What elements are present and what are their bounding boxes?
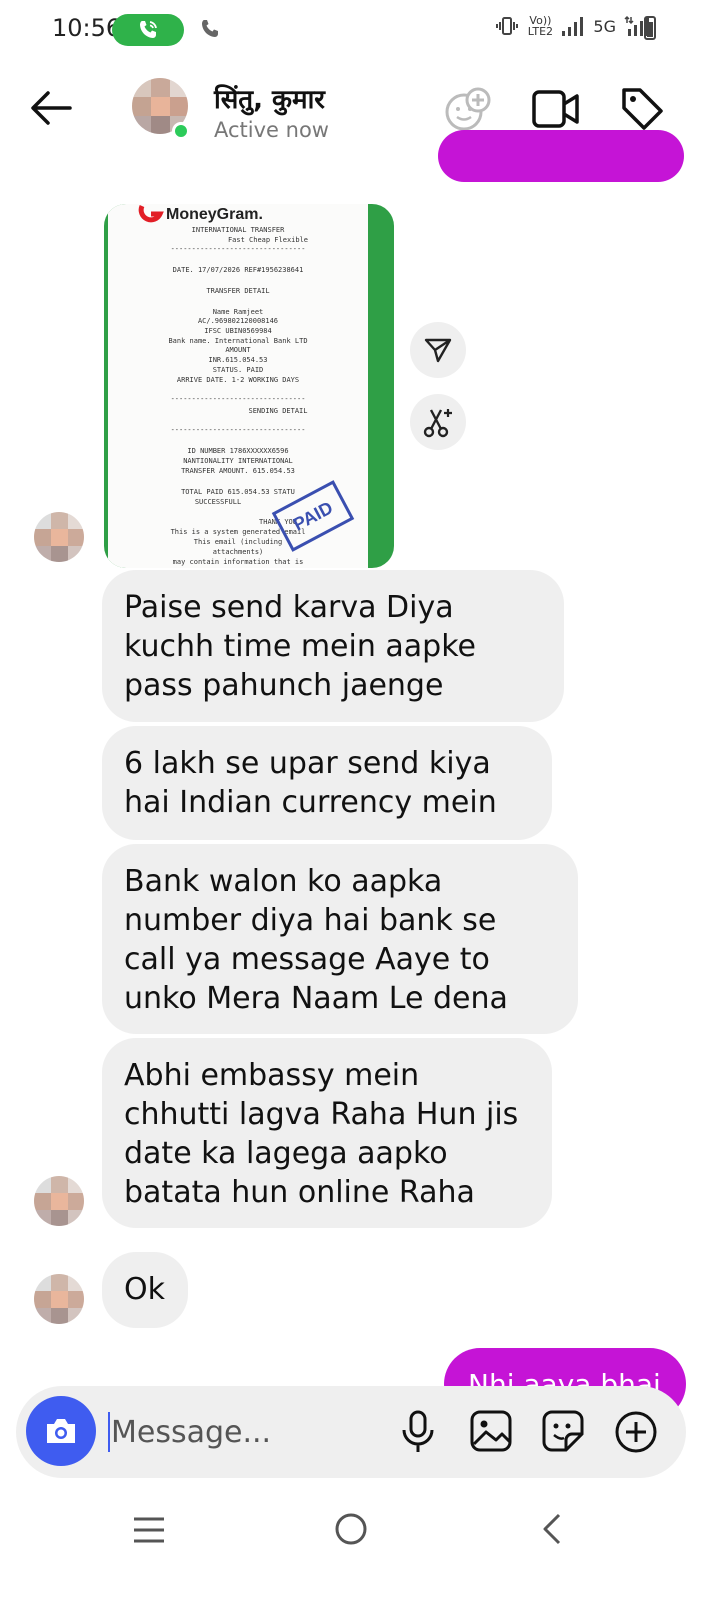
sender-avatar[interactable]: [34, 512, 84, 562]
receipt-line: Name Ramjeet: [212, 308, 264, 316]
share-button[interactable]: [410, 322, 466, 378]
system-icons: Vo)) LTE2 5G: [495, 14, 650, 38]
online-indicator: [172, 122, 190, 140]
phone-icon: [202, 20, 218, 37]
receipt-line: ARRIVE DATE. 1-2 WORKING DAYS: [176, 376, 300, 384]
contact-name[interactable]: सिंतु, कुमार: [214, 80, 325, 116]
receipt-line: THANK YOU: [259, 518, 297, 526]
ongoing-call-pill[interactable]: [112, 14, 184, 46]
camera-icon: [47, 1419, 75, 1443]
volte-label: Vo)) LTE2: [527, 14, 554, 38]
plus-circle-icon[interactable]: [614, 1410, 658, 1454]
send-icon: [424, 338, 452, 363]
text-caret: [108, 1412, 110, 1452]
message-input[interactable]: [111, 1404, 381, 1460]
sticker-icon[interactable]: [542, 1410, 584, 1452]
system-navigation-bar: [0, 1490, 720, 1612]
signal-icon: [562, 17, 584, 36]
sent-message-bubble[interactable]: [438, 130, 684, 182]
contact-status: Active now: [214, 118, 329, 142]
receipt-line: DATE. 17/07/2026 REF#1956238641: [172, 266, 304, 274]
received-message-bubble[interactable]: Bank walon ko aapka number diya hai bank…: [102, 844, 578, 1034]
receipt-line: may contain information that is: [172, 558, 304, 566]
receipt-divider: --------------------------------: [170, 426, 306, 434]
receipt-divider: --------------------------------: [170, 395, 306, 403]
received-message-bubble[interactable]: Paise send karva Diya kuchh time mein aa…: [102, 570, 564, 722]
received-message-bubble[interactable]: 6 lakh se upar send kiya hai Indian curr…: [102, 726, 552, 840]
status-bar: 10:56 Vo)) LTE2 5G: [0, 0, 720, 58]
receipt-line: NANTIONALITY INTERNATIONAL: [183, 457, 293, 465]
receipt-line: STATUS. PAID: [212, 366, 264, 374]
network-type: 5G: [593, 16, 616, 36]
receipt-line: TRANSFER DETAIL: [206, 287, 270, 295]
receipt-line: ID NUMBER 1786XXXXXX6596: [187, 447, 289, 455]
receipt-line: attachments): [212, 548, 264, 556]
wifi-call-icon: [140, 21, 157, 38]
microphone-icon[interactable]: [400, 1410, 436, 1454]
status-time: 10:56: [52, 14, 122, 42]
back-arrow-icon[interactable]: [28, 88, 74, 128]
received-message-bubble[interactable]: Abhi embassy mein chhutti lagva Raha Hun…: [102, 1038, 552, 1228]
back-icon[interactable]: [540, 1512, 564, 1546]
receipt-line: SENDING DETAIL: [248, 407, 308, 415]
received-message-bubble[interactable]: Ok: [102, 1252, 188, 1328]
receipt-line: IFSC UBIN0569984: [204, 327, 272, 335]
video-call-icon[interactable]: [532, 88, 580, 130]
menu-icon[interactable]: [132, 1516, 166, 1544]
moneygram-logo: MoneyGram.: [138, 204, 263, 223]
battery-icon: [644, 16, 656, 40]
tag-icon[interactable]: [620, 86, 664, 132]
receipt-line: Bank name. International Bank LTD: [168, 337, 308, 345]
home-icon[interactable]: [334, 1512, 368, 1546]
receipt-line: This email (including: [193, 538, 283, 546]
add-people-icon[interactable]: [444, 86, 492, 132]
receipt-line: --------------------------------: [170, 245, 306, 253]
receipt-line: Fast Cheap Flexible: [227, 236, 309, 244]
receipt-line: INR.615.054.53: [208, 356, 268, 364]
receipt-line: INTERNATIONAL TRANSFER: [191, 226, 285, 234]
receipt-paper: MoneyGram. INTERNATIONAL TRANSFER Fast C…: [108, 204, 368, 568]
svg-text:MoneyGram.: MoneyGram.: [166, 206, 263, 223]
scissors-sparkle-icon: [423, 409, 452, 438]
sender-avatar[interactable]: [34, 1176, 84, 1226]
vibrate-icon: [496, 17, 519, 35]
sender-avatar[interactable]: [34, 1274, 84, 1324]
gallery-icon[interactable]: [470, 1410, 512, 1452]
receipt-line: AMOUNT: [225, 346, 251, 354]
ai-edit-button[interactable]: [410, 394, 466, 450]
receipt-image[interactable]: MoneyGram. INTERNATIONAL TRANSFER Fast C…: [104, 204, 394, 568]
camera-button[interactable]: [26, 1396, 96, 1466]
receipt-line: AC/.969802120008146: [197, 317, 279, 325]
message-composer: [16, 1386, 686, 1478]
receipt-line: TRANSFER AMOUNT. 615.054.53: [181, 467, 295, 475]
